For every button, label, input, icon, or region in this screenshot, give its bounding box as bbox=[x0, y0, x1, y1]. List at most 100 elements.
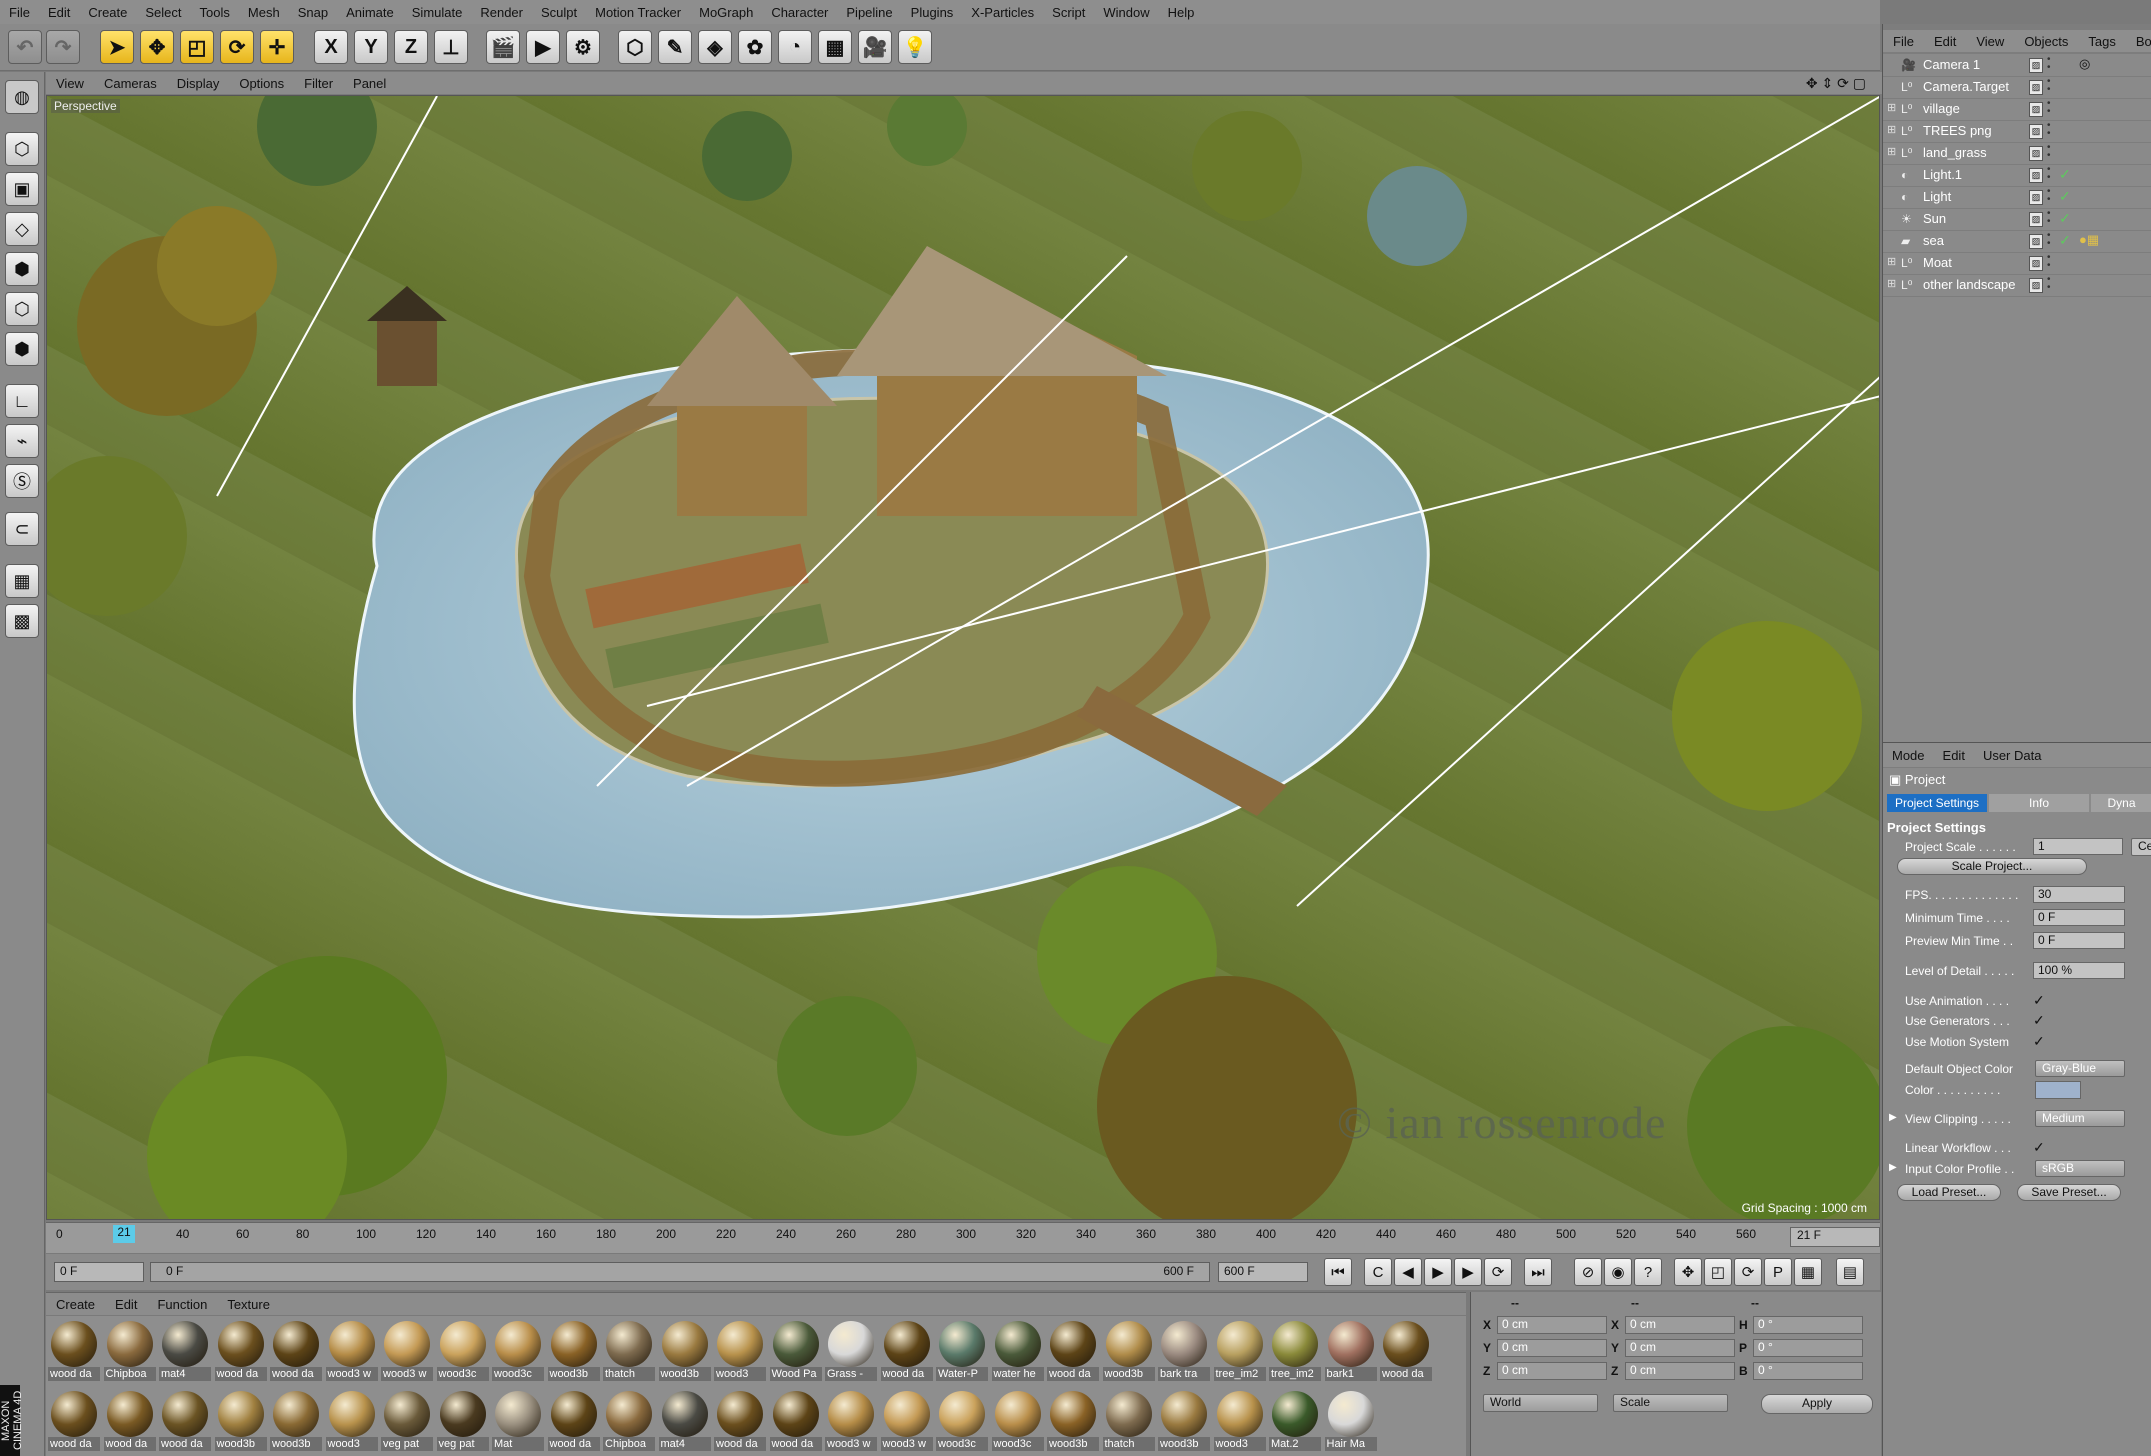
menu-motion-tracker[interactable]: Motion Tracker bbox=[586, 5, 690, 20]
menu-render[interactable]: Render bbox=[471, 5, 532, 20]
layer-icon[interactable]: ▨ bbox=[2029, 212, 2043, 227]
menu-script[interactable]: Script bbox=[1043, 5, 1094, 20]
obj-menu-tags[interactable]: Tags bbox=[2078, 34, 2125, 49]
viewport-nav-icons[interactable]: ✥ ⇕ ⟳ ▢ bbox=[1796, 75, 1882, 92]
material-swatch[interactable]: wood3 bbox=[1213, 1388, 1266, 1454]
y-axis-button[interactable]: Y bbox=[354, 30, 388, 64]
visibility-dots-icon[interactable]: • • bbox=[2047, 275, 2051, 293]
menu-plugins[interactable]: Plugins bbox=[902, 5, 963, 20]
key-pla-icon[interactable]: ▦ bbox=[1794, 1258, 1822, 1286]
previous-key-icon[interactable]: C bbox=[1364, 1258, 1392, 1286]
camera-icon[interactable]: 🎥 bbox=[858, 30, 892, 64]
autokey-icon[interactable]: ◉ bbox=[1604, 1258, 1632, 1286]
redo-icon[interactable]: ↷ bbox=[46, 30, 80, 64]
layer-icon[interactable]: ▨ bbox=[2029, 58, 2043, 73]
go-to-start-icon[interactable]: ⏮ bbox=[1324, 1258, 1352, 1286]
material-menu-create[interactable]: Create bbox=[46, 1297, 105, 1312]
select-cursor-icon[interactable]: ➤ bbox=[100, 30, 134, 64]
use-motion-system-checkbox[interactable]: ✓ bbox=[2033, 1033, 2045, 1050]
enabled-check-icon[interactable]: ✓ bbox=[2059, 188, 2071, 205]
layer-icon[interactable]: ▨ bbox=[2029, 124, 2043, 139]
scale-icon[interactable]: ◰ bbox=[180, 30, 214, 64]
preview-min-field[interactable]: 0 F bbox=[2033, 932, 2125, 949]
coordinate-system-icon[interactable]: ⊥ bbox=[434, 30, 468, 64]
material-swatch[interactable]: tree_im2 bbox=[1269, 1318, 1321, 1384]
material-swatch[interactable]: veg pat bbox=[381, 1388, 433, 1454]
undo-icon[interactable]: ↶ bbox=[8, 30, 42, 64]
key-rotation-icon[interactable]: ⟳ bbox=[1734, 1258, 1762, 1286]
play-icon[interactable]: ▶ bbox=[1424, 1258, 1452, 1286]
object-row[interactable]: ⊞ L⁰ Moat ▨ • • bbox=[1883, 252, 2151, 275]
key-position-icon[interactable]: ✥ bbox=[1674, 1258, 1702, 1286]
texture-mode-icon[interactable]: ▣ bbox=[5, 172, 39, 206]
menu-select[interactable]: Select bbox=[136, 5, 190, 20]
coord-value-field[interactable]: 0 cm bbox=[1497, 1316, 1607, 1334]
tab-info[interactable]: Info bbox=[1989, 794, 2089, 812]
material-swatch[interactable]: veg pat bbox=[436, 1388, 489, 1454]
expand-icon[interactable]: ⊞ bbox=[1887, 277, 1896, 290]
menu-sculpt[interactable]: Sculpt bbox=[532, 5, 586, 20]
current-frame-field[interactable]: 0 F bbox=[54, 1262, 144, 1282]
material-swatch[interactable]: wood3c bbox=[436, 1318, 489, 1384]
record-keys-icon[interactable]: ⊘ bbox=[1574, 1258, 1602, 1286]
floor-icon[interactable]: ▦ bbox=[818, 30, 852, 64]
viewport-menu-display[interactable]: Display bbox=[167, 76, 230, 91]
object-row[interactable]: ⊞ L⁰ TREES png ▨ • • bbox=[1883, 120, 2151, 143]
material-swatch[interactable]: wood3 bbox=[325, 1388, 378, 1454]
render-view-icon[interactable]: 🎬 bbox=[486, 30, 520, 64]
current-frame-marker[interactable]: 21 bbox=[113, 1225, 135, 1243]
visibility-dots-icon[interactable]: • • bbox=[2047, 231, 2051, 249]
obj-menu-objects[interactable]: Objects bbox=[2014, 34, 2078, 49]
input-color-profile-dropdown[interactable]: sRGB bbox=[2035, 1160, 2125, 1177]
material-menu-function[interactable]: Function bbox=[147, 1297, 217, 1312]
object-row[interactable]: ⊞ L⁰ other landscape ▨ • • bbox=[1883, 274, 2151, 297]
timeline-end-field[interactable]: 21 F bbox=[1790, 1227, 1880, 1247]
material-swatch[interactable]: wood3b bbox=[1102, 1318, 1155, 1384]
material-swatch[interactable]: wood3 w bbox=[825, 1388, 877, 1454]
obj-menu-edit[interactable]: Edit bbox=[1924, 34, 1966, 49]
rotate-icon[interactable]: ⟳ bbox=[220, 30, 254, 64]
timeline-window-icon[interactable]: ▤ bbox=[1836, 1258, 1864, 1286]
obj-menu-file[interactable]: File bbox=[1883, 34, 1924, 49]
lod-field[interactable]: 100 % bbox=[2033, 962, 2125, 979]
material-menu-texture[interactable]: Texture bbox=[217, 1297, 280, 1312]
layer-icon[interactable]: ▨ bbox=[2029, 146, 2043, 161]
material-swatch[interactable]: wood3 bbox=[714, 1318, 766, 1384]
solo-icon[interactable]: Ⓢ bbox=[5, 464, 39, 498]
enabled-check-icon[interactable]: ✓ bbox=[2059, 210, 2071, 227]
menu-mesh[interactable]: Mesh bbox=[239, 5, 289, 20]
attr-menu-edit[interactable]: Edit bbox=[1934, 748, 1974, 763]
viewport-menu-panel[interactable]: Panel bbox=[343, 76, 396, 91]
project-scale-unit[interactable]: Ce bbox=[2131, 838, 2151, 856]
material-swatch[interactable]: Wood Pa bbox=[769, 1318, 822, 1384]
material-swatch[interactable]: wood da bbox=[880, 1318, 933, 1384]
workplane-lock-icon[interactable]: ▦ bbox=[5, 564, 39, 598]
material-swatch[interactable]: bark1 bbox=[1324, 1318, 1377, 1384]
save-preset-button[interactable]: Save Preset... bbox=[2017, 1184, 2121, 1201]
object-row[interactable]: ⊞ L⁰ village ▨ • • bbox=[1883, 98, 2151, 121]
viewport-menu-cameras[interactable]: Cameras bbox=[94, 76, 167, 91]
visibility-dots-icon[interactable]: • • bbox=[2047, 209, 2051, 227]
material-swatch[interactable]: wood3b bbox=[1158, 1388, 1210, 1454]
menu-mograph[interactable]: MoGraph bbox=[690, 5, 762, 20]
menu-snap[interactable]: Snap bbox=[289, 5, 337, 20]
object-row[interactable]: ▰ sea ▨ • • ✓ ●▦ bbox=[1883, 230, 2151, 253]
attr-menu-mode[interactable]: Mode bbox=[1883, 748, 1934, 763]
coord-value-field[interactable]: 0 ° bbox=[1753, 1316, 1863, 1334]
use-generators-checkbox[interactable]: ✓ bbox=[2033, 1012, 2045, 1029]
coord-value-field[interactable]: 0 cm bbox=[1497, 1339, 1607, 1357]
axis-mode-icon[interactable]: ∟ bbox=[5, 384, 39, 418]
polygons-mode-icon[interactable]: ⬢ bbox=[5, 332, 39, 366]
menu-animate[interactable]: Animate bbox=[337, 5, 403, 20]
color-swatch[interactable] bbox=[2035, 1081, 2081, 1099]
material-swatch[interactable]: wood da bbox=[48, 1318, 100, 1384]
visibility-dots-icon[interactable]: • • bbox=[2047, 187, 2051, 205]
coord-value-field[interactable]: 0 cm bbox=[1625, 1316, 1735, 1334]
snap-icon[interactable]: ⊂ bbox=[5, 512, 39, 546]
material-swatch[interactable]: wood da bbox=[103, 1388, 156, 1454]
material-swatch[interactable]: mat4 bbox=[159, 1318, 211, 1384]
material-swatch[interactable]: wood3c bbox=[991, 1388, 1044, 1454]
render-picture-viewer-icon[interactable]: ▶ bbox=[526, 30, 560, 64]
material-swatch[interactable]: wood3b bbox=[270, 1388, 322, 1454]
menu-character[interactable]: Character bbox=[762, 5, 837, 20]
